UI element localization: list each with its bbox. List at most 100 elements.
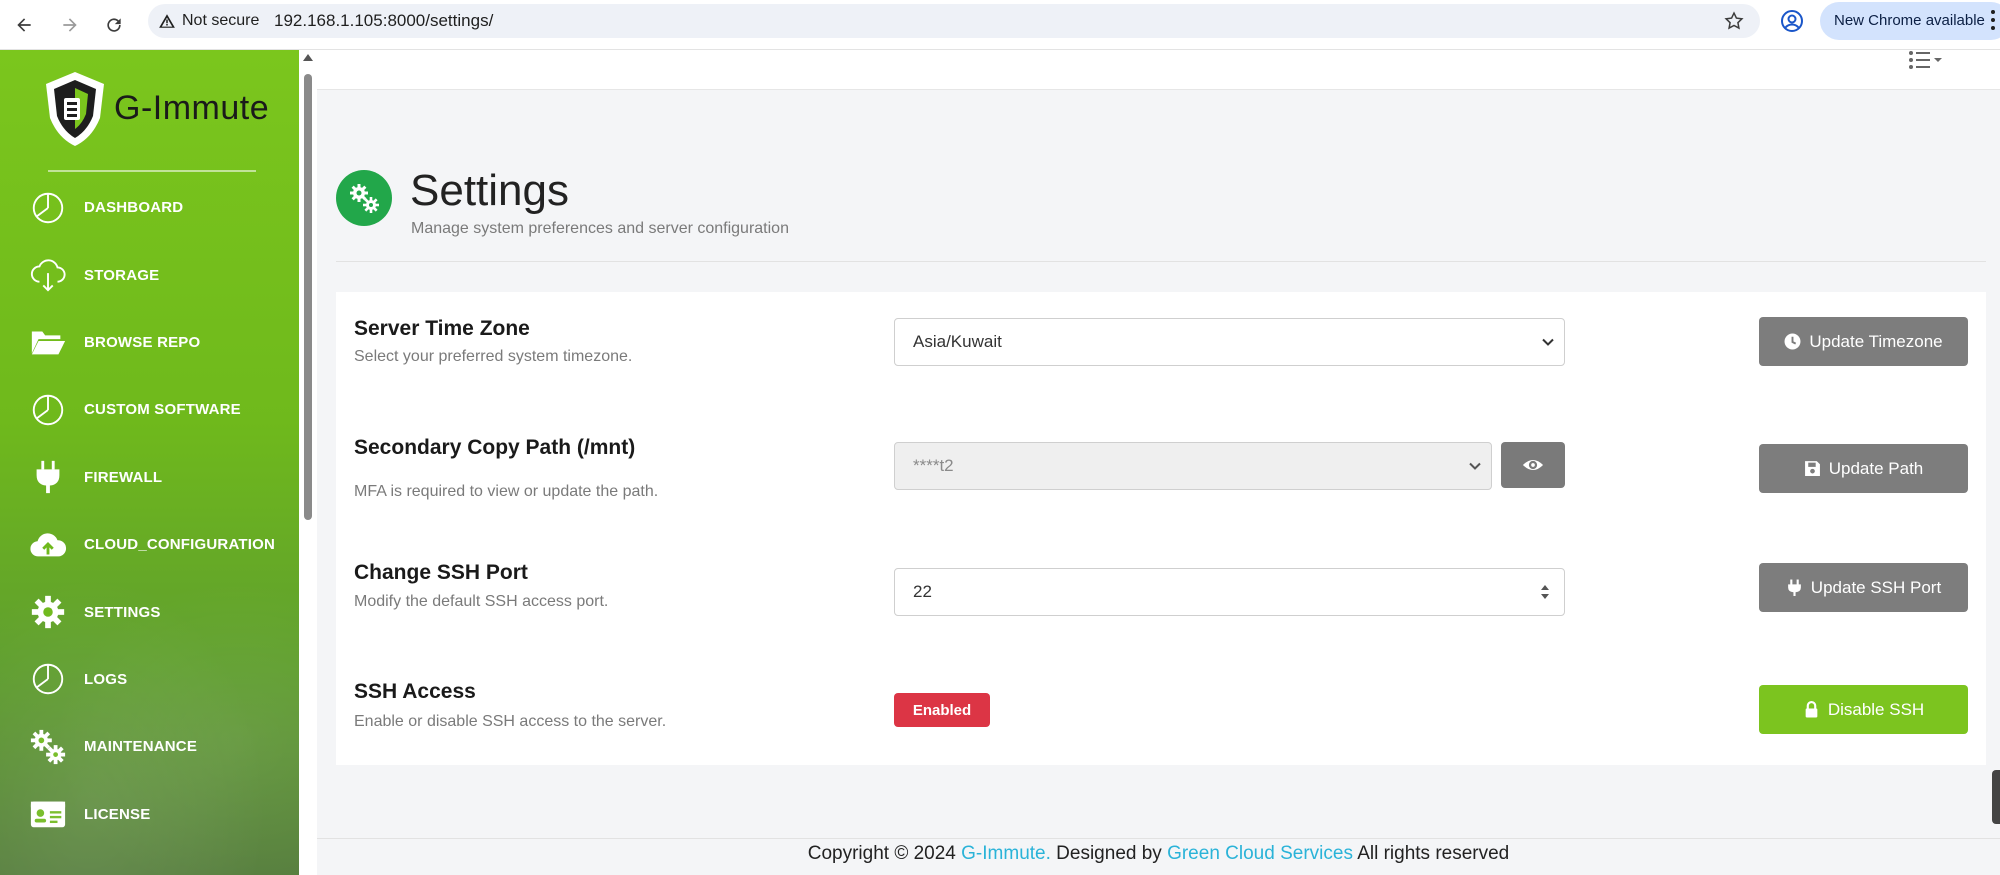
page-scrollbar[interactable] bbox=[299, 50, 317, 875]
ssh-port-value: 22 bbox=[913, 582, 932, 601]
sidebar-menu: DASHBOARD STORAGE BROWSE REPO CUSTOM SOF… bbox=[0, 174, 299, 848]
side-panel-tab[interactable] bbox=[1992, 770, 2000, 824]
ssh-status-badge: Enabled bbox=[894, 693, 990, 727]
save-icon bbox=[1804, 461, 1820, 476]
chevron-down-icon bbox=[1542, 338, 1554, 346]
sidebar-item-label: MAINTENANCE bbox=[84, 738, 198, 756]
scroll-thumb[interactable] bbox=[304, 74, 312, 520]
timezone-selected-value: Asia/Kuwait bbox=[913, 332, 1002, 351]
sidebar-item-logs[interactable]: LOGS bbox=[0, 646, 299, 713]
settings-card: Server Time Zone Select your preferred s… bbox=[336, 292, 1986, 765]
top-navbar bbox=[317, 50, 2000, 90]
brand-name: G-Immute bbox=[114, 88, 270, 127]
back-button[interactable] bbox=[8, 9, 40, 41]
reload-icon bbox=[107, 18, 121, 32]
secondary-path-value: ****t2 bbox=[913, 456, 954, 475]
secondary-path-title: Secondary Copy Path (/mnt) bbox=[354, 436, 636, 459]
clock-icon bbox=[1784, 333, 1801, 350]
brand-logo[interactable]: G-Immute bbox=[40, 68, 269, 148]
list-menu-icon[interactable] bbox=[1907, 50, 1947, 72]
plug-icon bbox=[28, 457, 68, 497]
update-ssh-port-label: Update SSH Port bbox=[1810, 577, 1942, 597]
ssh-access-description: Enable or disable SSH access to the serv… bbox=[354, 713, 667, 730]
security-label: Not secure bbox=[182, 12, 260, 29]
update-ssh-port-button[interactable]: Update SSH Port bbox=[1759, 563, 1968, 612]
footer-designer-link[interactable]: Green Cloud Services bbox=[1167, 843, 1353, 864]
address-bar[interactable]: Not secure 192.168.1.105:8000/settings/ bbox=[148, 4, 1760, 38]
profile-icon[interactable] bbox=[1780, 9, 1804, 33]
page-subtitle: Manage system preferences and server con… bbox=[411, 220, 789, 237]
timezone-row: Server Time Zone Select your preferred s… bbox=[336, 292, 1986, 392]
footer: Copyright © 2024 G-Immute. Designed by G… bbox=[317, 843, 2000, 865]
disable-ssh-label: Disable SSH bbox=[1827, 699, 1925, 719]
chrome-menu-icon[interactable] bbox=[1990, 10, 1996, 30]
pie-chart-icon bbox=[28, 659, 68, 699]
secondary-path-select[interactable]: ****t2 bbox=[894, 442, 1492, 490]
number-stepper-icon[interactable] bbox=[1540, 582, 1550, 602]
secondary-path-row: Secondary Copy Path (/mnt) MFA is requir… bbox=[336, 402, 1986, 512]
sidebar-item-label: CUSTOM SOFTWARE bbox=[84, 401, 241, 419]
sidebar-item-browse-repo[interactable]: BROWSE REPO bbox=[0, 309, 299, 376]
sidebar-item-storage[interactable]: STORAGE bbox=[0, 241, 299, 308]
ssh-access-title: SSH Access bbox=[354, 680, 476, 703]
update-path-button[interactable]: Update Path bbox=[1759, 444, 1968, 493]
disable-ssh-button[interactable]: Disable SSH bbox=[1759, 685, 1968, 734]
cloud-download-icon bbox=[28, 255, 68, 295]
sidebar-item-label: SETTINGS bbox=[84, 603, 161, 621]
sidebar-item-label: BROWSE REPO bbox=[84, 333, 201, 351]
scroll-up-arrow-icon[interactable] bbox=[303, 54, 313, 61]
reveal-path-button[interactable] bbox=[1501, 442, 1565, 488]
security-indicator[interactable]: Not secure bbox=[158, 4, 259, 38]
timezone-title: Server Time Zone bbox=[354, 317, 530, 340]
timezone-description: Select your preferred system timezone. bbox=[354, 348, 633, 365]
sidebar-item-settings[interactable]: SETTINGS bbox=[0, 578, 299, 645]
pie-chart-icon bbox=[28, 390, 68, 430]
folder-open-icon bbox=[28, 322, 68, 362]
lock-icon bbox=[1805, 701, 1818, 718]
plug-icon bbox=[1787, 579, 1801, 596]
arrow-left-icon bbox=[17, 18, 31, 32]
sidebar-item-label: LOGS bbox=[84, 670, 128, 688]
url-text[interactable]: 192.168.1.105:8000/settings/ bbox=[274, 4, 493, 38]
shield-logo-icon bbox=[46, 72, 104, 146]
bookmark-star-icon[interactable] bbox=[1724, 11, 1744, 31]
sidebar-item-firewall[interactable]: FIREWALL bbox=[0, 444, 299, 511]
footer-brand-link[interactable]: G-Immute. bbox=[961, 843, 1051, 864]
id-card-icon bbox=[28, 794, 68, 834]
sidebar-item-label: CLOUD_CONFIGURATION bbox=[84, 536, 276, 554]
sidebar-item-license[interactable]: LICENSE bbox=[0, 781, 299, 848]
sidebar: G-Immute DASHBOARD STORAGE BROWSE REPO C… bbox=[0, 50, 299, 875]
sidebar-item-custom-software[interactable]: CUSTOM SOFTWARE bbox=[0, 376, 299, 443]
gears-icon bbox=[28, 727, 68, 767]
secondary-path-description: MFA is required to view or update the pa… bbox=[354, 483, 659, 500]
sidebar-item-label: FIREWALL bbox=[84, 468, 163, 486]
ssh-port-row: Change SSH Port Modify the default SSH a… bbox=[336, 522, 1986, 632]
sidebar-item-label: DASHBOARD bbox=[84, 199, 184, 217]
footer-designed-by: Designed by bbox=[1056, 843, 1162, 864]
header-divider bbox=[336, 261, 1986, 262]
ssh-port-input[interactable]: 22 bbox=[894, 568, 1565, 616]
timezone-select[interactable]: Asia/Kuwait bbox=[894, 318, 1565, 366]
update-path-label: Update Path bbox=[1828, 458, 1924, 478]
sidebar-item-label: STORAGE bbox=[84, 266, 160, 284]
reload-button[interactable] bbox=[98, 9, 130, 41]
sidebar-item-label: LICENSE bbox=[84, 805, 151, 823]
footer-copyright: Copyright © 2024 bbox=[807, 843, 956, 864]
ssh-port-description: Modify the default SSH access port. bbox=[354, 593, 609, 610]
forward-button[interactable] bbox=[54, 9, 86, 41]
sidebar-item-maintenance[interactable]: MAINTENANCE bbox=[0, 713, 299, 780]
chevron-down-icon bbox=[1469, 462, 1481, 470]
ssh-port-title: Change SSH Port bbox=[354, 561, 528, 584]
sidebar-item-cloud-configuration[interactable]: CLOUD_CONFIGURATION bbox=[0, 511, 299, 578]
sidebar-item-dashboard[interactable]: DASHBOARD bbox=[0, 174, 299, 241]
update-timezone-button[interactable]: Update Timezone bbox=[1759, 317, 1968, 366]
sidebar-divider bbox=[48, 170, 256, 172]
gear-icon bbox=[28, 592, 68, 632]
cloud-upload-icon bbox=[28, 525, 68, 565]
eye-icon bbox=[1522, 459, 1544, 471]
update-timezone-label: Update Timezone bbox=[1809, 331, 1943, 351]
settings-gears-icon bbox=[336, 170, 392, 226]
chrome-update-pill[interactable]: New Chrome available bbox=[1820, 2, 2000, 40]
warning-icon bbox=[159, 14, 175, 28]
footer-divider bbox=[317, 838, 2000, 839]
